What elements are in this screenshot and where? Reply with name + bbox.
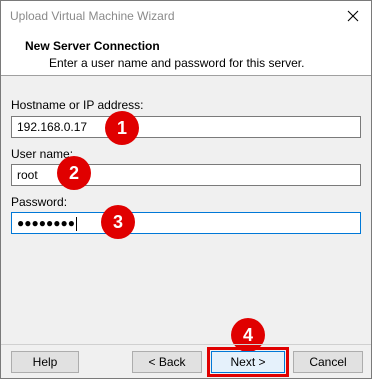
page-subtitle: Enter a user name and password for this … [49, 56, 305, 70]
close-button[interactable] [335, 1, 371, 31]
password-label: Password: [11, 195, 68, 209]
wizard-header: New Server Connection Enter a user name … [1, 31, 371, 76]
hostname-input[interactable]: 192.168.0.17 [11, 116, 361, 138]
window-title: Upload Virtual Machine Wizard [10, 9, 175, 23]
step-marker-1: 1 [105, 111, 139, 145]
step-marker-2: 2 [57, 156, 91, 190]
next-button-highlight [207, 347, 289, 377]
password-input[interactable]: ●●●●●●●● [11, 212, 361, 234]
step-marker-3: 3 [101, 205, 135, 239]
text-caret [75, 216, 77, 231]
password-masked-value: ●●●●●●●● [17, 216, 75, 230]
hostname-label: Hostname or IP address: [11, 98, 144, 112]
help-button[interactable]: Help [11, 351, 79, 373]
back-button[interactable]: < Back [132, 351, 202, 373]
footer-divider [1, 344, 371, 345]
wizard-window: Upload Virtual Machine Wizard New Server… [0, 0, 372, 379]
title-bar: Upload Virtual Machine Wizard [1, 1, 371, 31]
close-icon [347, 10, 359, 22]
page-title: New Server Connection [25, 39, 160, 53]
cancel-button[interactable]: Cancel [293, 351, 363, 373]
